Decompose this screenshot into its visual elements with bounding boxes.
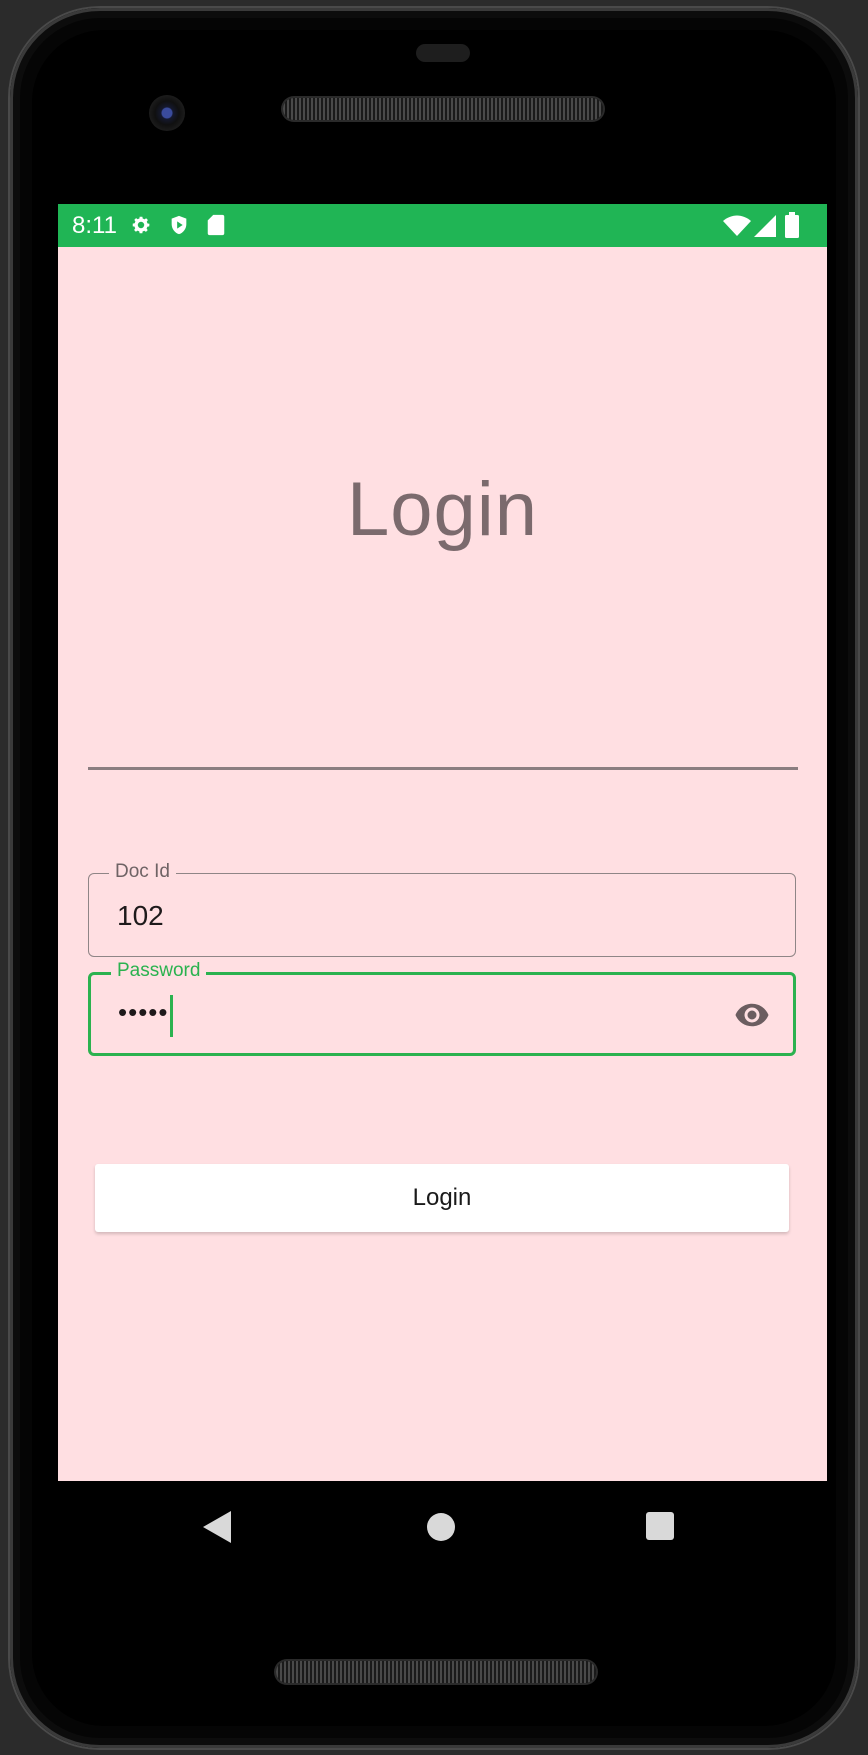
password-input[interactable]: ••••• [118, 997, 169, 1028]
signal-icon [754, 215, 776, 237]
text-cursor [170, 995, 173, 1037]
doc-id-field[interactable]: Doc Id 102 [88, 860, 796, 957]
navigation-bar [58, 1481, 827, 1581]
wifi-icon [723, 215, 751, 236]
password-field[interactable]: Password ••••• [88, 959, 796, 1056]
status-time: 8:11 [72, 212, 117, 239]
password-label: Password [111, 959, 207, 983]
status-bar: 8:11 [58, 204, 827, 247]
recents-icon[interactable] [645, 1511, 675, 1541]
bottom-speaker-grille [276, 1661, 596, 1683]
earpiece-slot [416, 44, 470, 62]
doc-id-input[interactable]: 102 [117, 900, 164, 932]
front-camera [149, 95, 185, 131]
login-button[interactable]: Login [95, 1164, 789, 1232]
sd-card-icon [207, 214, 225, 236]
top-speaker-grille [283, 98, 603, 120]
back-icon[interactable] [203, 1511, 231, 1543]
doc-id-label: Doc Id [109, 860, 176, 884]
home-icon[interactable] [425, 1511, 457, 1543]
title-divider [88, 767, 798, 770]
login-form: Login Doc Id 102 Password ••••• Login [58, 247, 827, 1437]
shield-icon [171, 215, 187, 235]
gear-icon [132, 216, 150, 234]
eye-icon[interactable] [731, 997, 773, 1033]
app-screen: 8:11 Login Doc Id 102 Password ••••• Log… [58, 204, 827, 1481]
page-title: Login [347, 467, 538, 552]
battery-icon [785, 212, 799, 238]
